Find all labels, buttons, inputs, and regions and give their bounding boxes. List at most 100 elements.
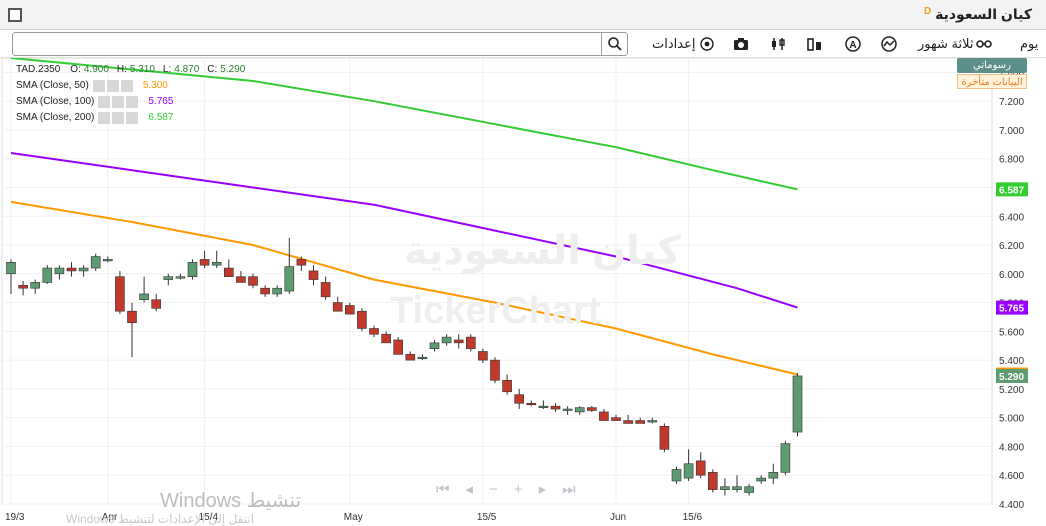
candle-body[interactable] [30, 282, 41, 289]
candle-body[interactable] [139, 293, 149, 301]
gear-icon[interactable] [106, 80, 119, 92]
candle-body[interactable] [90, 256, 101, 269]
candle-body[interactable] [6, 261, 16, 275]
candle-body[interactable] [296, 259, 307, 266]
candle-body[interactable] [78, 267, 89, 272]
candle-body[interactable] [393, 339, 404, 355]
period-button[interactable]: ثلاثة شهور [918, 34, 993, 54]
search-button[interactable] [601, 33, 627, 55]
candle-body[interactable] [453, 339, 464, 344]
candle-body[interactable] [695, 460, 706, 476]
candle-body[interactable] [538, 405, 549, 408]
candle-body[interactable] [599, 411, 609, 421]
candle-body[interactable] [381, 333, 391, 344]
candle-body[interactable] [623, 420, 633, 424]
candle-body[interactable] [272, 287, 283, 295]
candle-body[interactable] [369, 328, 379, 335]
candle-body[interactable] [236, 276, 246, 283]
compare-button[interactable] [880, 34, 898, 54]
analysis-button[interactable]: A [844, 34, 862, 54]
candle-body[interactable] [671, 469, 682, 482]
interval-button[interactable]: يوم [1020, 34, 1038, 54]
candle-body[interactable] [744, 486, 754, 493]
candle-body[interactable] [429, 342, 440, 349]
candle-body[interactable] [550, 405, 561, 410]
high-label: H: [116, 64, 127, 75]
candle-body[interactable] [732, 486, 742, 490]
gear-icon[interactable] [112, 96, 125, 108]
settings-button[interactable]: إعدادات [652, 34, 715, 54]
candle-body[interactable] [357, 310, 367, 329]
chart-type-button[interactable] [806, 34, 824, 54]
candle-body[interactable] [175, 276, 186, 279]
candle-body[interactable] [54, 267, 65, 275]
zoom-in-icon[interactable]: + [514, 481, 539, 498]
candle-body[interactable] [562, 408, 573, 411]
candle-body[interactable] [66, 267, 77, 272]
indicators-button[interactable] [770, 34, 788, 54]
candle-body[interactable] [756, 477, 767, 482]
candle-body[interactable] [792, 375, 803, 433]
candle-body[interactable] [514, 394, 525, 404]
high-value: 5.310 [129, 64, 155, 75]
candle-body[interactable] [103, 259, 113, 262]
candle-body[interactable] [647, 420, 658, 423]
candle-body[interactable] [42, 267, 53, 283]
next-icon[interactable]: ▸ [539, 481, 563, 498]
candle-body[interactable] [127, 310, 137, 324]
candle-body[interactable] [635, 420, 646, 424]
candle-body[interactable] [526, 402, 537, 406]
candle-body[interactable] [320, 282, 331, 298]
close-icon[interactable] [126, 96, 139, 108]
candle-body[interactable] [611, 417, 621, 421]
candle-body[interactable] [659, 426, 670, 450]
title-bar: كيان السعودية D [0, 0, 1046, 30]
candle-body[interactable] [683, 463, 694, 479]
candle-body[interactable] [490, 359, 500, 381]
candle-body[interactable] [344, 305, 355, 315]
snapshot-button[interactable] [732, 34, 750, 54]
candle-body[interactable] [115, 276, 125, 312]
close-icon[interactable] [126, 112, 139, 124]
close-icon[interactable] [120, 80, 133, 92]
candle-body[interactable] [332, 302, 343, 312]
gear-icon[interactable] [112, 112, 125, 124]
candle-body[interactable] [199, 259, 210, 266]
live-badge[interactable]: رسوماتي [957, 58, 1027, 73]
eye-icon[interactable] [92, 80, 105, 92]
candle-body[interactable] [248, 276, 258, 286]
candle-body[interactable] [308, 270, 319, 280]
candle-body[interactable] [224, 267, 234, 277]
zoom-out-icon[interactable]: − [489, 481, 514, 498]
candle-body[interactable] [211, 261, 222, 266]
candle-body[interactable] [502, 379, 512, 393]
first-icon[interactable]: ⏮ [436, 481, 466, 498]
delayed-flag: D [924, 6, 932, 17]
range-icon [976, 40, 993, 48]
window-restore-icon[interactable] [8, 8, 22, 22]
candle-body[interactable] [417, 356, 428, 360]
candle-body[interactable] [151, 299, 161, 309]
search-input[interactable] [19, 35, 597, 53]
eye-icon[interactable] [98, 96, 111, 108]
y-tick-label: 6.200 [999, 241, 1024, 252]
last-icon[interactable]: ⏭ [562, 481, 592, 498]
candle-body[interactable] [478, 351, 488, 361]
candle-body[interactable] [574, 407, 585, 413]
candle-body[interactable] [18, 285, 28, 289]
candle-body[interactable] [187, 261, 198, 277]
candle-body[interactable] [465, 336, 476, 349]
candle-body[interactable] [163, 276, 174, 280]
candle-body[interactable] [441, 336, 452, 344]
prev-icon[interactable]: ◂ [466, 481, 490, 498]
eye-icon[interactable] [98, 112, 111, 124]
candle-body[interactable] [405, 354, 416, 361]
candle-body[interactable] [768, 472, 779, 479]
candle-body[interactable] [284, 266, 295, 292]
candle-body[interactable] [780, 443, 791, 473]
candle-body[interactable] [586, 407, 597, 411]
candle-body[interactable] [260, 287, 270, 295]
candle-body[interactable] [707, 472, 718, 490]
delayed-data-badge: البيانات متأخرة [957, 74, 1027, 89]
candle-body[interactable] [720, 486, 730, 490]
